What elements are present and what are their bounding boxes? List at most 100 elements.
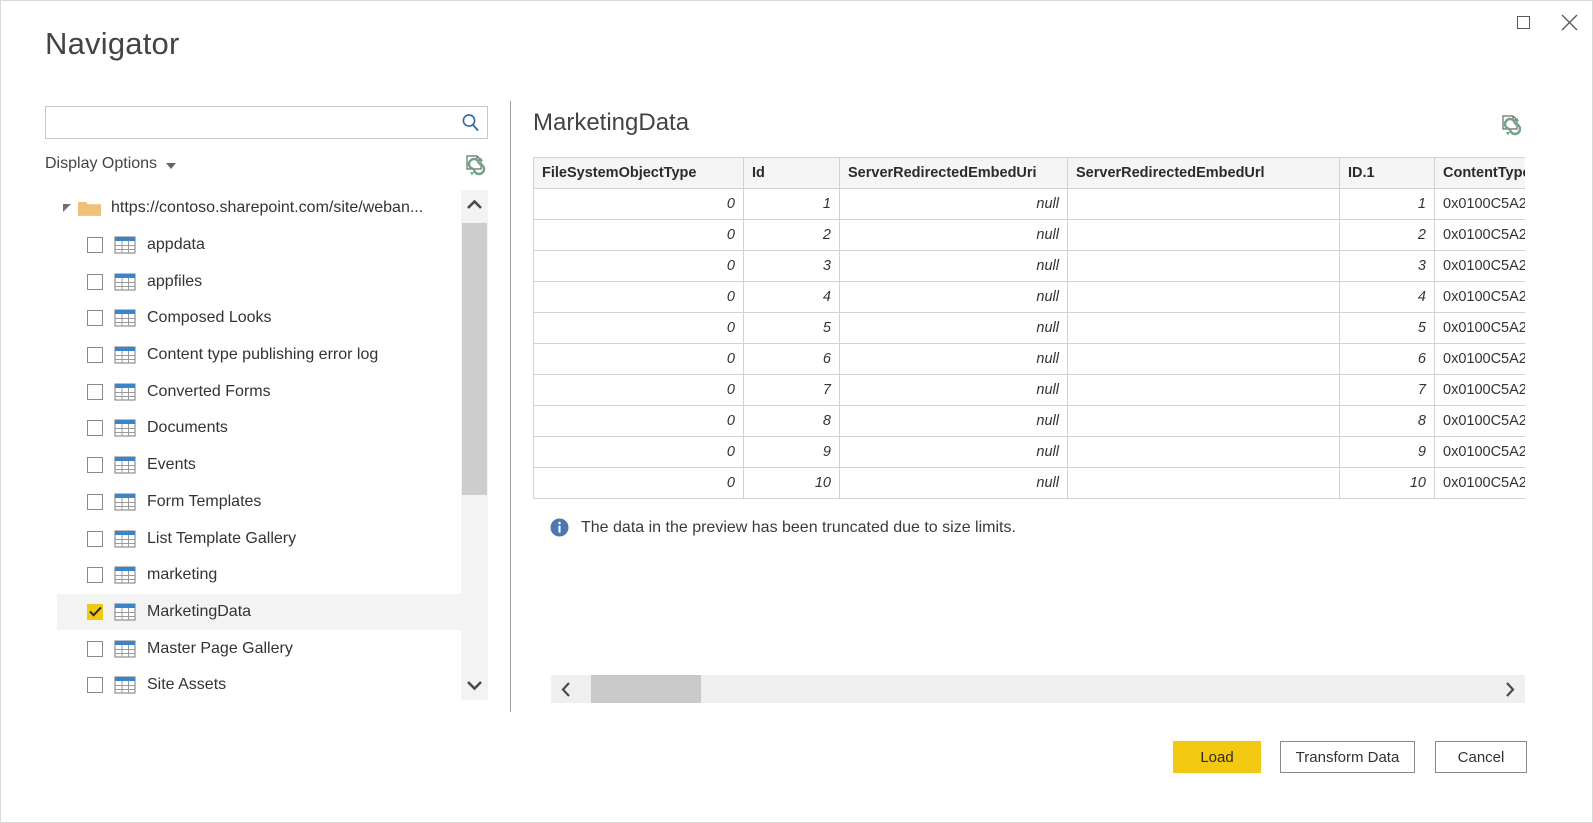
column-header-filesystemobjecttype[interactable]: FileSystemObjectType bbox=[534, 158, 744, 189]
hscroll-track[interactable] bbox=[581, 675, 1495, 703]
cell-filesystemobjecttype: 0 bbox=[534, 313, 744, 344]
tree-item-content-type-publishing-error-log[interactable]: Content type publishing error log bbox=[57, 337, 461, 374]
tree-item-list-template-gallery[interactable]: List Template Gallery bbox=[57, 520, 461, 557]
cell-serverredirectedembeduri: null bbox=[840, 313, 1068, 344]
checkbox-appfiles[interactable] bbox=[87, 274, 103, 290]
column-header-id[interactable]: Id bbox=[744, 158, 840, 189]
column-header-id1[interactable]: ID.1 bbox=[1340, 158, 1435, 189]
tree-root-label: https://contoso.sharepoint.com/site/weba… bbox=[111, 199, 423, 217]
checkbox-master-page-gallery[interactable] bbox=[87, 641, 103, 657]
tree-item-label: marketing bbox=[147, 566, 217, 584]
search-icon[interactable] bbox=[453, 112, 487, 133]
maximize-icon bbox=[1517, 16, 1530, 29]
tree-item-appdata[interactable]: appdata bbox=[57, 227, 461, 264]
tree-item-marketing[interactable]: marketing bbox=[57, 557, 461, 594]
refresh-document-icon[interactable] bbox=[1496, 112, 1524, 140]
table-icon bbox=[114, 640, 136, 658]
tree-item-converted-forms[interactable]: Converted Forms bbox=[57, 373, 461, 410]
cell-id: 7 bbox=[744, 375, 840, 406]
table-icon bbox=[114, 676, 136, 694]
cell-filesystemobjecttype: 0 bbox=[534, 375, 744, 406]
truncation-message: The data in the preview has been truncat… bbox=[581, 519, 1016, 537]
column-header-serverredirectedembeduri[interactable]: ServerRedirectedEmbedUri bbox=[840, 158, 1068, 189]
checkbox-site-assets[interactable] bbox=[87, 677, 103, 693]
tree-item-site-assets[interactable]: Site Assets bbox=[57, 667, 461, 700]
checkbox-converted-forms[interactable] bbox=[87, 384, 103, 400]
scroll-right-button[interactable] bbox=[1495, 675, 1525, 703]
cell-contenttypeid: 0x0100C5A2700C bbox=[1435, 344, 1526, 375]
cell-serverredirectedembeduri: null bbox=[840, 189, 1068, 220]
search-box[interactable] bbox=[45, 106, 488, 139]
scroll-left-button[interactable] bbox=[551, 675, 581, 703]
close-button[interactable] bbox=[1546, 1, 1592, 43]
table-icon bbox=[114, 346, 136, 364]
cell-filesystemobjecttype: 0 bbox=[534, 468, 744, 499]
table-icon bbox=[114, 456, 136, 474]
load-button[interactable]: Load bbox=[1173, 741, 1261, 773]
navigator-dialog: Navigator Display Options bbox=[0, 0, 1593, 823]
column-header-serverredirectedembedurl[interactable]: ServerRedirectedEmbedUrl bbox=[1068, 158, 1340, 189]
tree-item-label: MarketingData bbox=[147, 603, 251, 621]
checkbox-marketingdata[interactable] bbox=[87, 604, 103, 620]
refresh-document-icon[interactable] bbox=[460, 152, 488, 180]
tree-item-composed-looks[interactable]: Composed Looks bbox=[57, 300, 461, 337]
tree-item-marketingdata[interactable]: MarketingData bbox=[57, 594, 461, 631]
scroll-up-button[interactable] bbox=[461, 190, 488, 220]
table-icon bbox=[114, 603, 136, 621]
cell-filesystemobjecttype: 0 bbox=[534, 251, 744, 282]
checkbox-form-templates[interactable] bbox=[87, 494, 103, 510]
cell-contenttypeid: 0x0100C5A2700C bbox=[1435, 313, 1526, 344]
checkbox-events[interactable] bbox=[87, 457, 103, 473]
cell-contenttypeid: 0x0100C5A2700C bbox=[1435, 437, 1526, 468]
table-icon bbox=[114, 236, 136, 254]
cell-id1: 3 bbox=[1340, 251, 1435, 282]
tree-item-master-page-gallery[interactable]: Master Page Gallery bbox=[57, 630, 461, 667]
tree-item-label: Events bbox=[147, 456, 196, 474]
checkbox-appdata[interactable] bbox=[87, 237, 103, 253]
preview-horizontal-scrollbar[interactable] bbox=[551, 675, 1525, 703]
tree-scroll-thumb[interactable] bbox=[462, 223, 487, 495]
table-row: 0 8 null 8 0x0100C5A2700C bbox=[534, 406, 1526, 437]
checkbox-documents[interactable] bbox=[87, 420, 103, 436]
triangle-expanded-icon[interactable] bbox=[57, 204, 77, 212]
cell-serverredirectedembeduri: null bbox=[840, 406, 1068, 437]
transform-data-button[interactable]: Transform Data bbox=[1280, 741, 1415, 773]
cell-id1: 5 bbox=[1340, 313, 1435, 344]
preview-title: MarketingData bbox=[533, 111, 689, 135]
hscroll-thumb[interactable] bbox=[591, 675, 701, 703]
tree-item-label: Form Templates bbox=[147, 493, 261, 511]
cell-id: 9 bbox=[744, 437, 840, 468]
cell-id1: 9 bbox=[1340, 437, 1435, 468]
folder-icon bbox=[77, 198, 103, 218]
tree-item-documents[interactable]: Documents bbox=[57, 410, 461, 447]
cell-filesystemobjecttype: 0 bbox=[534, 282, 744, 313]
close-icon bbox=[1560, 13, 1579, 32]
cell-id1: 8 bbox=[1340, 406, 1435, 437]
cell-id: 5 bbox=[744, 313, 840, 344]
tree-item-appfiles[interactable]: appfiles bbox=[57, 263, 461, 300]
tree-vertical-scrollbar[interactable] bbox=[461, 190, 488, 700]
checkbox-list-template-gallery[interactable] bbox=[87, 531, 103, 547]
checkbox-marketing[interactable] bbox=[87, 567, 103, 583]
cell-contenttypeid: 0x0100C5A2700C bbox=[1435, 468, 1526, 499]
tree-item-label: Composed Looks bbox=[147, 309, 272, 327]
scroll-down-button[interactable] bbox=[461, 670, 488, 700]
display-options-dropdown[interactable]: Display Options bbox=[45, 155, 176, 173]
cell-serverredirectedembedurl bbox=[1068, 282, 1340, 313]
table-icon bbox=[114, 419, 136, 437]
search-input[interactable] bbox=[46, 108, 453, 137]
tree-item-events[interactable]: Events bbox=[57, 447, 461, 484]
tree-root-node[interactable]: https://contoso.sharepoint.com/site/weba… bbox=[57, 190, 461, 227]
tree-item-label: Site Assets bbox=[147, 676, 226, 694]
column-header-contenttypeid[interactable]: ContentTypeId bbox=[1435, 158, 1526, 189]
tree-item-form-templates[interactable]: Form Templates bbox=[57, 484, 461, 521]
tree-item-label: Converted Forms bbox=[147, 383, 271, 401]
checkbox-composed-looks[interactable] bbox=[87, 310, 103, 326]
cancel-button[interactable]: Cancel bbox=[1435, 741, 1527, 773]
table-icon bbox=[114, 383, 136, 401]
cell-serverredirectedembeduri: null bbox=[840, 468, 1068, 499]
cell-filesystemobjecttype: 0 bbox=[534, 437, 744, 468]
checkbox-content-type-publishing-error-log[interactable] bbox=[87, 347, 103, 363]
truncation-notice: The data in the preview has been truncat… bbox=[550, 518, 1016, 537]
maximize-button[interactable] bbox=[1500, 1, 1546, 43]
